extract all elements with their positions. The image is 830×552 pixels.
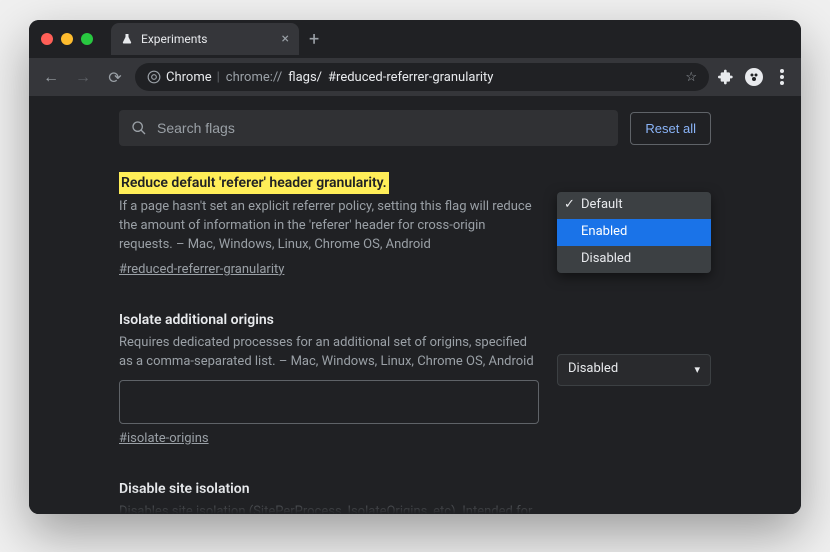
chevron-down-icon: ▾	[694, 362, 700, 378]
flask-icon	[121, 33, 133, 45]
flag-main: Reduce default 'referer' header granular…	[119, 172, 539, 280]
toolbar: ← → ⟳ Chrome | chrome:// flags/ #reduced-r…	[29, 58, 801, 96]
toolbar-right	[717, 68, 791, 86]
titlebar: Experiments × +	[29, 20, 801, 58]
page-content: Reset all Reduce default 'referer' heade…	[29, 96, 801, 514]
forward-button[interactable]: →	[71, 67, 95, 87]
flag-textarea[interactable]	[119, 380, 539, 424]
address-bar[interactable]: Chrome | chrome:// flags/ #reduced-referre…	[135, 63, 709, 91]
url-path: flags/	[288, 70, 322, 85]
menu-icon[interactable]	[773, 68, 791, 86]
flag-description: Requires dedicated processes for an addi…	[119, 334, 539, 372]
flags-list: Reduce default 'referer' header granular…	[29, 160, 801, 514]
close-window-button[interactable]	[41, 33, 53, 45]
omnibox-label: Chrome	[166, 70, 212, 85]
chrome-chip: Chrome |	[147, 70, 220, 85]
back-button[interactable]: ←	[39, 67, 63, 87]
flag-control: Default Enabled Disabled	[557, 172, 711, 273]
profile-avatar-icon[interactable]	[745, 68, 763, 86]
url-hash: #reduced-referrer-granularity	[328, 70, 493, 85]
new-tab-button[interactable]: +	[309, 29, 319, 50]
flag-row: Isolate additional origins Requires dedi…	[119, 310, 711, 449]
fade-overlay	[29, 490, 801, 514]
flags-topbar: Reset all	[29, 110, 801, 160]
reset-all-button[interactable]: Reset all	[630, 112, 711, 145]
minimize-window-button[interactable]	[61, 33, 73, 45]
bookmark-star-icon[interactable]: ☆	[685, 70, 697, 85]
flag-title: Isolate additional origins	[119, 310, 274, 330]
window-controls	[41, 33, 93, 45]
flag-anchor-link[interactable]: #isolate-origins	[119, 430, 209, 449]
reload-button[interactable]: ⟳	[103, 68, 127, 87]
tab-title: Experiments	[141, 32, 208, 46]
browser-tab[interactable]: Experiments ×	[111, 23, 299, 55]
search-wrap	[119, 110, 618, 146]
browser-window: Experiments × + ← → ⟳ Chrome | chrome://…	[29, 20, 801, 514]
url-prefix: chrome://	[226, 70, 282, 85]
select-value: Disabled	[568, 360, 618, 379]
flag-row: Reduce default 'referer' header granular…	[119, 172, 711, 280]
flag-select-dropdown[interactable]: Default Enabled Disabled	[557, 192, 711, 273]
maximize-window-button[interactable]	[81, 33, 93, 45]
flag-main: Isolate additional origins Requires dedi…	[119, 310, 539, 449]
flag-description: If a page hasn't set an explicit referre…	[119, 198, 539, 255]
search-icon	[131, 120, 147, 136]
dropdown-option-enabled[interactable]: Enabled	[557, 219, 711, 246]
flag-anchor-link[interactable]: #reduced-referrer-granularity	[119, 261, 284, 280]
flag-select[interactable]: Disabled ▾	[557, 354, 711, 386]
chrome-icon	[147, 70, 161, 84]
close-tab-icon[interactable]: ×	[282, 31, 289, 47]
search-input[interactable]	[157, 120, 606, 136]
dropdown-option-disabled[interactable]: Disabled	[557, 246, 711, 273]
flag-control: Disabled ▾	[557, 310, 711, 386]
extensions-icon[interactable]	[717, 68, 735, 86]
flag-title: Reduce default 'referer' header granular…	[119, 172, 389, 194]
dropdown-option-default[interactable]: Default	[557, 192, 711, 219]
